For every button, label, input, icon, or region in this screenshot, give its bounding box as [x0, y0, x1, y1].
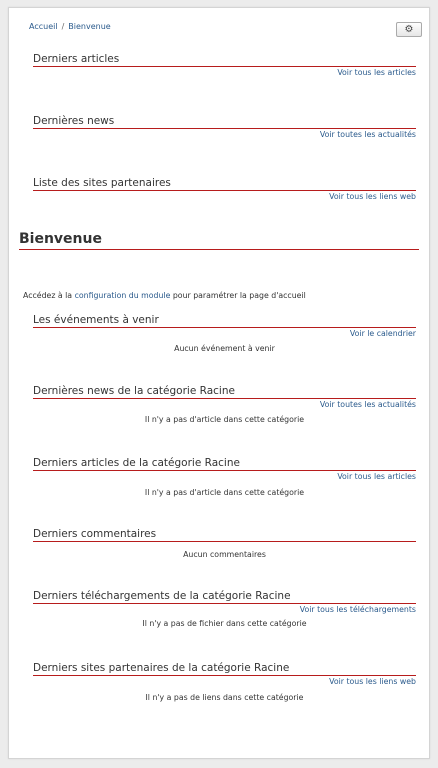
empty-message: Aucun événement à venir	[174, 344, 275, 353]
section-title: Les événements à venir	[33, 314, 416, 328]
see-all-articles-link[interactable]: Voir tous les articles	[33, 68, 416, 78]
module-config-link[interactable]: configuration du module	[75, 291, 171, 300]
section-title: Derniers articles	[33, 53, 416, 67]
see-all-downloads-link[interactable]: Voir tous les téléchargements	[33, 605, 416, 615]
see-all-weblinks-link[interactable]: Voir tous les liens web	[33, 677, 416, 687]
empty-message: Il n'y a pas d'article dans cette catégo…	[144, 415, 305, 424]
see-all-articles-link[interactable]: Voir tous les articles	[33, 472, 416, 482]
page-title: Bienvenue	[19, 230, 419, 250]
section-title: Derniers commentaires	[33, 528, 416, 542]
category-downloads-section: Derniers téléchargements de la catégorie…	[33, 590, 416, 628]
latest-articles-section: Derniers articles Voir tous les articles	[33, 53, 416, 78]
section-title: Derniers sites partenaires de la catégor…	[33, 662, 416, 676]
breadcrumb-separator: /	[61, 22, 65, 31]
section-title: Derniers articles de la catégorie Racine	[33, 457, 416, 471]
section-title: Derniers téléchargements de la catégorie…	[33, 590, 416, 604]
settings-button[interactable]: ⚙	[396, 22, 422, 37]
empty-message: Il n'y a pas de liens dans cette catégor…	[145, 693, 304, 702]
latest-news-section: Dernières news Voir toutes les actualité…	[33, 115, 416, 140]
intro-after: pour paramétrer la page d'accueil	[170, 291, 306, 300]
main-panel: Accueil / Bienvenue ⚙ Derniers articles Vo…	[8, 7, 430, 759]
partner-sites-section: Liste des sites partenaires Voir tous le…	[33, 177, 416, 202]
empty-message: Il n'y a pas de fichier dans cette catég…	[142, 619, 307, 628]
empty-message: Il n'y a pas d'article dans cette catégo…	[144, 488, 305, 497]
breadcrumb-home-link[interactable]: Accueil	[29, 22, 58, 31]
section-title: Liste des sites partenaires	[33, 177, 416, 191]
intro-before: Accédez à la	[23, 291, 75, 300]
see-all-news-link[interactable]: Voir toutes les actualités	[33, 400, 416, 410]
upcoming-events-section: Les événements à venir Voir le calendrie…	[33, 314, 416, 353]
see-all-news-link[interactable]: Voir toutes les actualités	[33, 130, 416, 140]
gear-icon: ⚙	[404, 24, 414, 35]
breadcrumb: Accueil / Bienvenue	[29, 22, 111, 31]
category-articles-section: Derniers articles de la catégorie Racine…	[33, 457, 416, 497]
section-title: Dernières news de la catégorie Racine	[33, 385, 416, 399]
category-news-section: Dernières news de la catégorie Racine Vo…	[33, 385, 416, 424]
category-partner-sites-section: Derniers sites partenaires de la catégor…	[33, 662, 416, 702]
breadcrumb-current[interactable]: Bienvenue	[68, 22, 110, 31]
see-all-weblinks-link[interactable]: Voir tous les liens web	[33, 192, 416, 202]
intro-text: Accédez à la configuration du module pou…	[23, 291, 306, 300]
section-title: Dernières news	[33, 115, 416, 129]
empty-message: Aucun commentaires	[183, 550, 266, 559]
see-calendar-link[interactable]: Voir le calendrier	[33, 329, 416, 339]
latest-comments-section: Derniers commentaires Aucun commentaires	[33, 528, 416, 559]
